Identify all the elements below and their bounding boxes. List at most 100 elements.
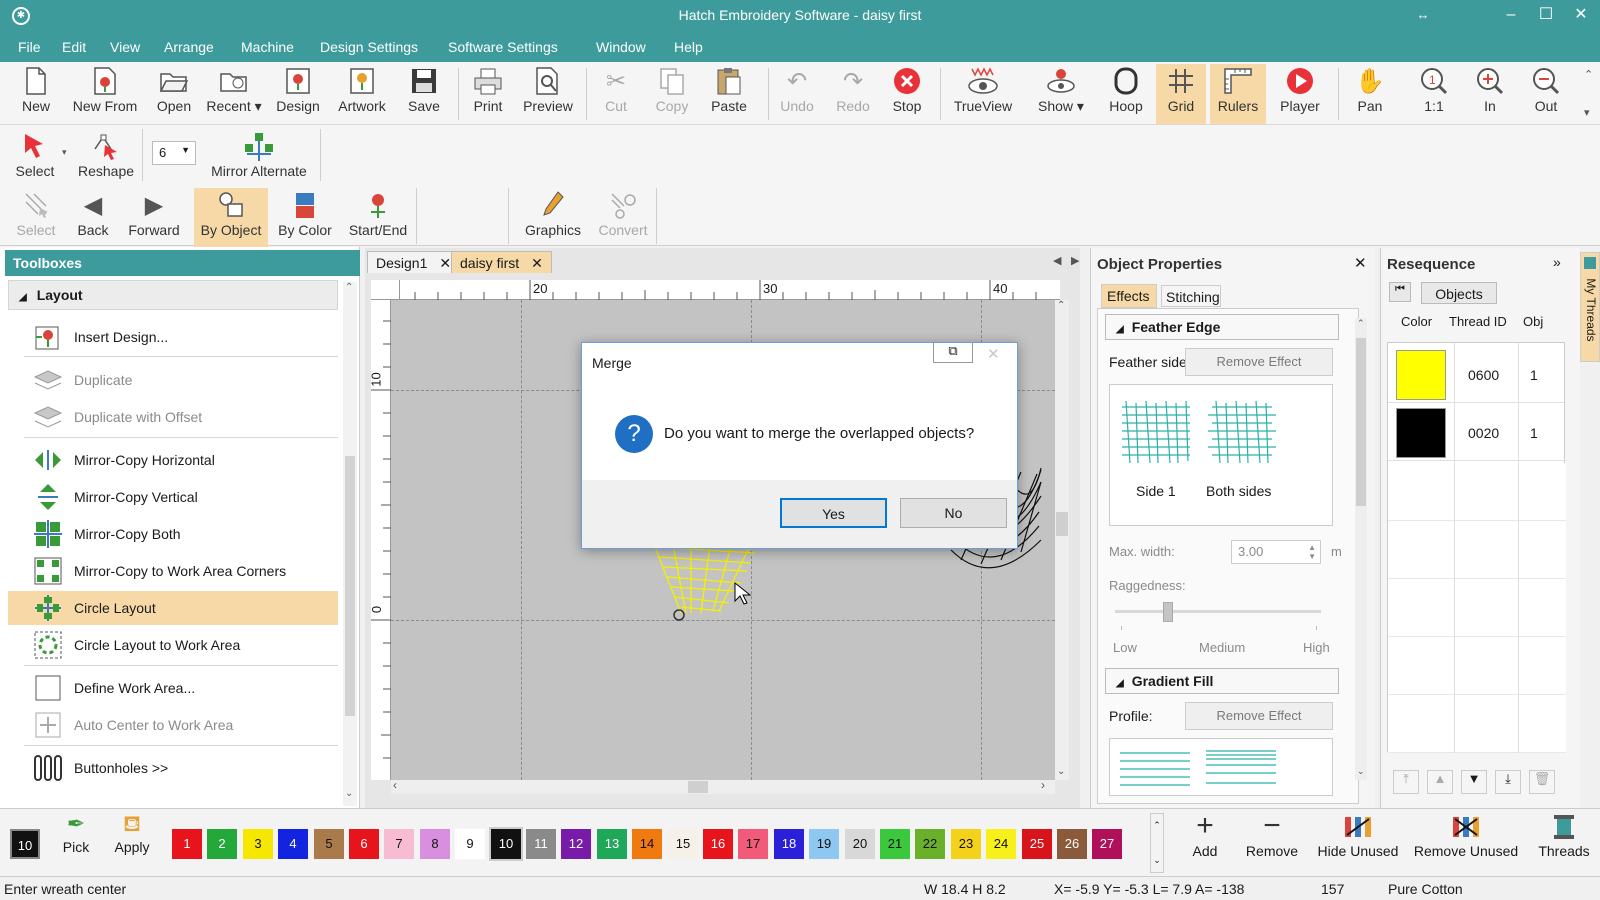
no-button[interactable]: No: [900, 498, 1007, 528]
palette-swatch[interactable]: 23: [951, 829, 981, 859]
cut-button[interactable]: ✂ Cut: [594, 64, 638, 124]
palette-swatch[interactable]: 17: [738, 829, 768, 859]
trueview-button[interactable]: TrueView: [950, 64, 1016, 124]
max-width-input[interactable]: 3.00 ▲ ▼: [1231, 540, 1321, 564]
toolbox-item-auto-center[interactable]: Auto Center to Work Area: [8, 708, 338, 742]
palette-swatch[interactable]: 24: [986, 829, 1016, 859]
maximize-button[interactable]: ☐: [1531, 4, 1561, 28]
properties-scrollbar[interactable]: ⌃ ⌄: [1355, 318, 1367, 780]
tab-design1[interactable]: Design1 ✕: [367, 251, 461, 273]
select-tool-button[interactable]: Select: [10, 129, 60, 189]
select-dropdown-icon[interactable]: ▾: [62, 147, 67, 158]
thread-row[interactable]: 0020 1: [1388, 405, 1566, 461]
palette-swatch[interactable]: 10: [489, 827, 523, 861]
gradient-fill-header[interactable]: ◢ Gradient Fill: [1105, 668, 1339, 694]
preview-button[interactable]: Preview: [518, 64, 578, 124]
remove-thread-button[interactable]: − Remove: [1240, 811, 1304, 860]
gradient-remove-effect-button[interactable]: Remove Effect: [1185, 702, 1333, 730]
palette-swatch[interactable]: 3: [243, 829, 273, 859]
toolbox-item-mirror-copy-both[interactable]: Mirror-Copy Both: [8, 517, 338, 551]
select-stitch-button[interactable]: Select: [12, 188, 60, 248]
palette-swatch[interactable]: 21: [880, 829, 910, 859]
objects-button[interactable]: Objects: [1421, 282, 1497, 304]
delete-icon[interactable]: 🗑: [1529, 770, 1555, 794]
canvas-vertical-scrollbar[interactable]: ⌃ ⌄: [1055, 300, 1069, 780]
menu-software-settings[interactable]: Software Settings: [448, 39, 558, 55]
zoom-1to1-button[interactable]: 1 1:1: [1412, 64, 1456, 124]
toolbox-item-define-work-area[interactable]: Define Work Area...: [8, 671, 338, 705]
add-thread-button[interactable]: + Add: [1182, 811, 1228, 860]
palette-swatch[interactable]: 25: [1022, 829, 1052, 859]
close-tab-icon[interactable]: ✕: [531, 255, 543, 271]
undo-button[interactable]: ↶ Undo: [774, 64, 820, 124]
rulers-button[interactable]: Rulers: [1210, 64, 1266, 124]
palette-swatch[interactable]: 16: [703, 829, 733, 859]
palette-swatch[interactable]: 8: [420, 829, 450, 859]
feather-edge-header[interactable]: ◢ Feather Edge: [1105, 314, 1339, 340]
tab-scroll-right-icon[interactable]: ▶: [1071, 254, 1079, 267]
palette-swatch[interactable]: 12: [561, 829, 591, 859]
artwork-button[interactable]: Artwork: [334, 64, 390, 124]
my-threads-side-tab[interactable]: My Threads: [1580, 252, 1600, 362]
thread-row[interactable]: 0600 1: [1388, 347, 1566, 403]
move-down-icon[interactable]: ▼: [1461, 770, 1487, 794]
menu-edit[interactable]: Edit: [62, 39, 86, 55]
forward-button[interactable]: ▶ Forward: [124, 188, 184, 248]
open-button[interactable]: Open: [152, 64, 196, 124]
player-button[interactable]: Player: [1272, 64, 1328, 124]
menu-machine[interactable]: Machine: [241, 39, 294, 55]
toolbox-item-buttonholes[interactable]: Buttonholes >>: [8, 751, 338, 785]
palette-swatch[interactable]: 1: [172, 829, 202, 859]
toolbar-overflow-icon[interactable]: ⌃: [1584, 68, 1593, 81]
palette-swatch[interactable]: 6: [349, 829, 379, 859]
move-to-top-icon[interactable]: ⤒: [1393, 770, 1419, 794]
by-color-button[interactable]: By Color: [274, 188, 336, 248]
close-tab-icon[interactable]: ✕: [439, 255, 451, 271]
move-to-bottom-icon[interactable]: ⤓: [1495, 770, 1521, 794]
remove-unused-button[interactable]: Remove Unused: [1410, 811, 1522, 859]
menu-file[interactable]: File: [18, 39, 41, 55]
yes-button[interactable]: Yes: [780, 498, 887, 528]
scroll-up-icon[interactable]: ⌃: [1057, 300, 1065, 311]
menu-view[interactable]: View: [110, 39, 140, 55]
close-panel-icon[interactable]: ✕: [1354, 254, 1367, 272]
remove-effect-button[interactable]: Remove Effect: [1185, 348, 1333, 376]
canvas-horizontal-scrollbar[interactable]: ‹ ›: [391, 778, 1055, 794]
design-button[interactable]: Design: [272, 64, 324, 124]
toolbox-item-mirror-copy-vertical[interactable]: Mirror-Copy Vertical: [8, 480, 338, 514]
menu-window[interactable]: Window: [596, 39, 646, 55]
recent-button[interactable]: Recent ▾: [204, 64, 264, 124]
toolbox-item-circle-layout-work-area[interactable]: Circle Layout to Work Area: [8, 628, 338, 662]
scrollbar-thumb[interactable]: [688, 781, 708, 793]
palette-swatch[interactable]: 5: [314, 829, 344, 859]
scroll-up-icon[interactable]: ⌃: [345, 282, 353, 293]
toolbox-item-mirror-copy-corners[interactable]: Mirror-Copy to Work Area Corners: [8, 554, 338, 588]
toolbar-overflow-icon[interactable]: ▾: [1584, 106, 1590, 119]
tab-stitching[interactable]: Stitching: [1161, 285, 1221, 307]
menu-help[interactable]: Help: [674, 39, 703, 55]
layout-section-header[interactable]: ◢ Layout: [8, 280, 338, 310]
scroll-down-icon[interactable]: ⌄: [1357, 766, 1365, 777]
minimize-button[interactable]: –: [1496, 4, 1526, 28]
zoom-out-button[interactable]: Out: [1524, 64, 1568, 124]
zoom-in-button[interactable]: In: [1468, 64, 1512, 124]
pan-button[interactable]: ✋ Pan: [1348, 64, 1392, 124]
palette-swatch[interactable]: 20: [845, 829, 875, 859]
print-button[interactable]: Print: [466, 64, 510, 124]
palette-swatch[interactable]: 27: [1092, 829, 1122, 859]
dialog-close-icon[interactable]: ✕: [987, 345, 1000, 363]
back-button[interactable]: ◀ Back: [70, 188, 116, 248]
gradient-profile-thumbnail[interactable]: [1204, 747, 1280, 795]
expand-panel-icon[interactable]: »: [1553, 254, 1561, 270]
raggedness-slider-thumb[interactable]: [1163, 602, 1173, 622]
palette-swatch[interactable]: 19: [809, 829, 839, 859]
close-button[interactable]: ✕: [1566, 4, 1596, 28]
copy-button[interactable]: Copy: [648, 64, 696, 124]
restore-arrow-icon[interactable]: ↔: [1408, 4, 1438, 28]
menu-arrange[interactable]: Arrange: [164, 39, 214, 55]
toolbox-item-circle-layout[interactable]: Circle Layout: [8, 591, 338, 625]
raggedness-slider[interactable]: [1115, 610, 1321, 613]
toolbox-item-insert-design[interactable]: Insert Design...: [8, 320, 338, 354]
current-color-swatch[interactable]: 10: [10, 829, 40, 859]
tab-scroll-left-icon[interactable]: ◀: [1053, 254, 1061, 267]
